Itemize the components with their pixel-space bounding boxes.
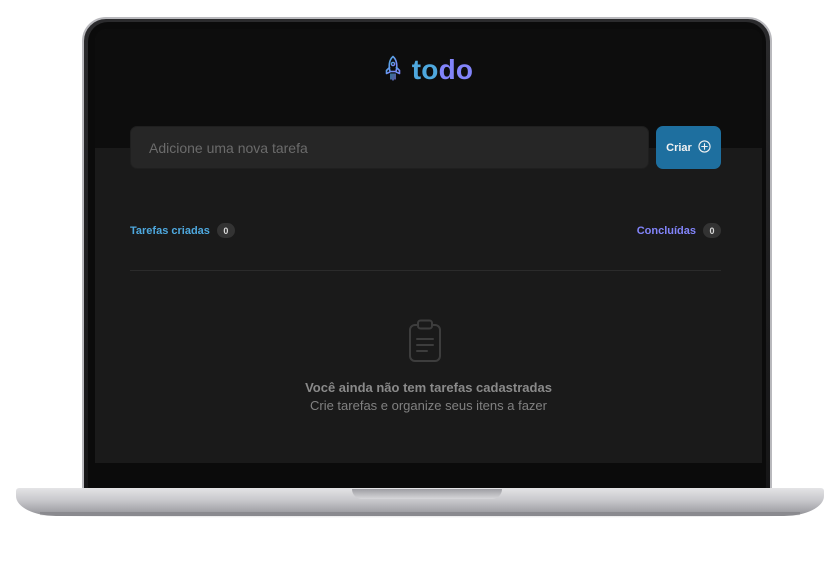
plus-circle-icon	[698, 139, 711, 156]
clipboard-icon	[406, 319, 444, 363]
app-screen: todo Criar Tarefas criadas 0 Concluídas …	[95, 29, 762, 463]
logo: todo	[95, 51, 762, 89]
laptop-base-shadow	[40, 512, 800, 518]
created-tasks-counter: Tarefas criadas 0	[130, 222, 235, 239]
empty-state-subtitle: Crie tarefas e organize seus itens a faz…	[309, 398, 547, 413]
new-task-input[interactable]	[130, 126, 649, 169]
done-tasks-label: Concluídas	[636, 224, 696, 237]
done-tasks-counter: Concluídas 0	[637, 222, 721, 239]
divider	[130, 270, 721, 271]
created-tasks-badge: 0	[216, 223, 235, 238]
rocket-icon	[384, 55, 402, 86]
create-button[interactable]: Criar	[656, 126, 721, 169]
done-tasks-badge: 0	[703, 223, 721, 238]
create-button-label: Criar	[666, 141, 692, 154]
empty-state-title: Você ainda não tem tarefas cadastradas	[305, 380, 552, 395]
laptop-notch	[352, 489, 502, 499]
logo-text: todo	[411, 54, 474, 85]
created-tasks-label: Tarefas criadas	[130, 224, 210, 237]
